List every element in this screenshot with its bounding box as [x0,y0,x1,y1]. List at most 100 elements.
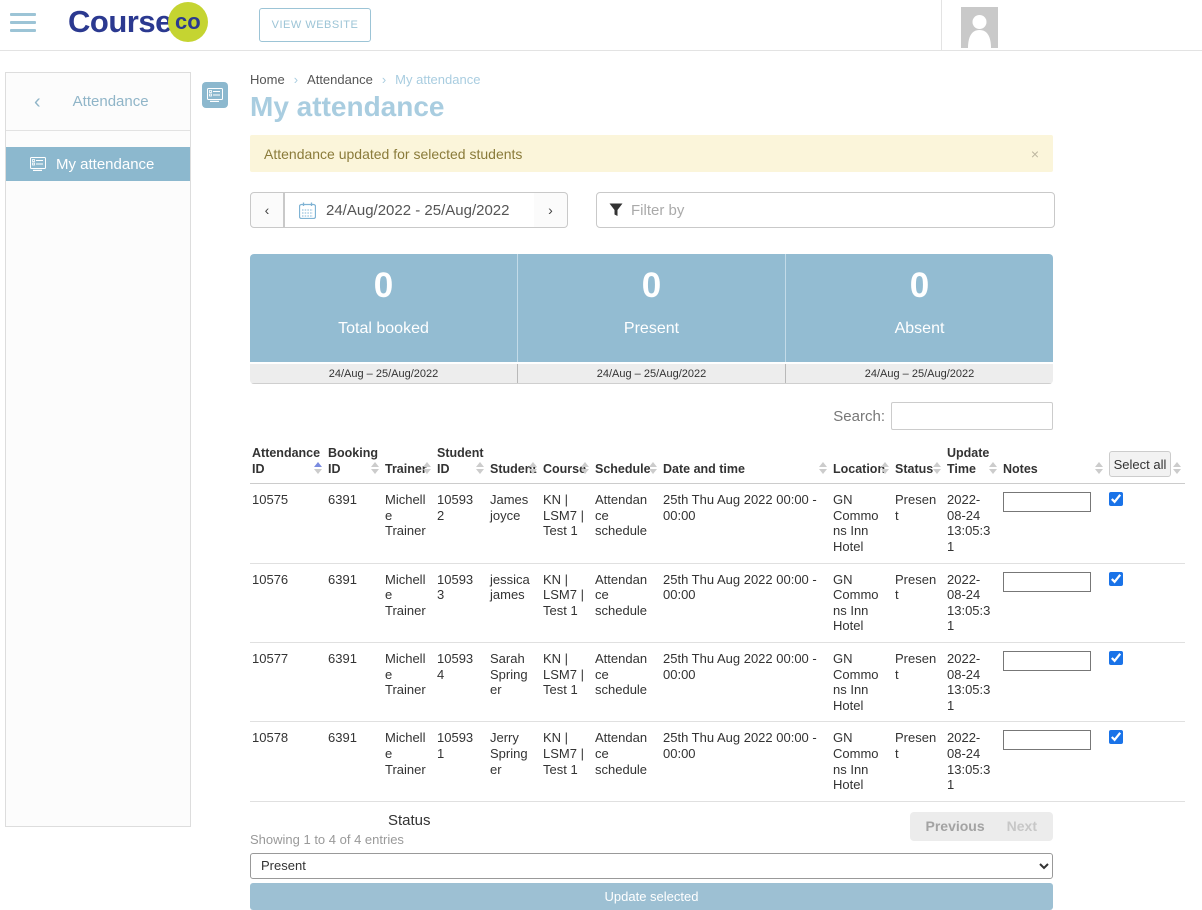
filter-input[interactable] [631,202,1054,219]
next-button[interactable]: Next [1007,818,1037,834]
attendance-table: Attendance ID Booking ID Trainer Student… [250,444,1185,802]
sort-asc-icon [423,462,431,467]
col-notes[interactable]: Notes [1001,444,1107,484]
showing-entries-text: Showing 1 to 4 of 4 entries [250,832,431,847]
sort-desc-icon [371,469,379,474]
cell-trainer: Michelle Trainer [383,643,435,722]
success-alert: Attendance updated for selected students… [250,135,1053,172]
breadcrumb-current: My attendance [395,72,480,87]
col-student-id[interactable]: Student ID [435,444,488,484]
cell-trainer: Michelle Trainer [383,484,435,563]
cell-student: Sarah Springer [488,643,541,722]
breadcrumb-separator-icon: › [294,72,298,87]
sort-desc-icon [314,469,322,474]
sort-icons [989,462,997,474]
notes-input[interactable] [1003,492,1091,512]
sidebar-section-label: Attendance [73,93,149,110]
notes-input[interactable] [1003,651,1091,671]
update-selected-button[interactable]: Update selected [250,883,1053,910]
cell-course: KN | LSM7 | Test 1 [541,643,593,722]
notes-input[interactable] [1003,572,1091,592]
cell-datetime: 25th Thu Aug 2022 00:00 - 00:00 [661,484,831,563]
stat-present: 0 Present [517,254,785,362]
sort-asc-icon [529,462,537,467]
search-input[interactable] [891,402,1053,430]
col-update-time[interactable]: Update Time [945,444,1001,484]
close-icon[interactable]: × [1031,146,1039,162]
cell-update-time: 2022-08-24 13:05:31 [945,484,1001,563]
cell-datetime: 25th Thu Aug 2022 00:00 - 00:00 [661,722,831,801]
cell-course: KN | LSM7 | Test 1 [541,484,593,563]
sort-asc-icon [314,462,322,467]
sidebar: ‹ Attendance My attendance [5,72,191,827]
stats-date-strip: 24/Aug – 25/Aug/2022 24/Aug – 25/Aug/202… [250,362,1053,384]
col-schedule[interactable]: Schedule [593,444,661,484]
col-attendance-id[interactable]: Attendance ID [250,444,326,484]
stat-range: 24/Aug – 25/Aug/2022 [518,364,786,383]
table-row: 10576 6391 Michelle Trainer 105933 jessi… [250,563,1185,642]
col-booking-id[interactable]: Booking ID [326,444,383,484]
sort-desc-icon [581,469,589,474]
date-prev-button[interactable]: ‹ [250,192,284,228]
sort-asc-icon [819,462,827,467]
col-student[interactable]: Student [488,444,541,484]
select-all-button[interactable]: Select all [1109,451,1171,477]
table-row: 10578 6391 Michelle Trainer 105931 Jerry… [250,722,1185,801]
sort-asc-icon [1173,462,1181,467]
notes-input[interactable] [1003,730,1091,750]
cell-status: Present [893,643,945,722]
stat-label: Total booked [250,320,517,338]
cell-update-time: 2022-08-24 13:05:31 [945,563,1001,642]
stat-value: 0 [250,266,517,306]
sort-icons [581,462,589,474]
col-date-time[interactable]: Date and time [661,444,831,484]
row-checkbox[interactable] [1109,730,1123,744]
breadcrumb-attendance[interactable]: Attendance [307,72,373,87]
sort-icons [529,462,537,474]
col-status[interactable]: Status [893,444,945,484]
cell-datetime: 25th Thu Aug 2022 00:00 - 00:00 [661,563,831,642]
col-location[interactable]: Location [831,444,893,484]
cell-course: KN | LSM7 | Test 1 [541,563,593,642]
person-icon [961,7,998,48]
stat-absent: 0 Absent [785,254,1053,362]
cell-course: KN | LSM7 | Test 1 [541,722,593,801]
breadcrumb: Home › Attendance › My attendance [250,72,1190,87]
row-checkbox[interactable] [1109,492,1123,506]
cell-attendance-id: 10578 [250,722,326,801]
stat-label: Absent [786,320,1053,338]
previous-button[interactable]: Previous [926,818,985,834]
filter-box [596,192,1055,228]
row-checkbox[interactable] [1109,572,1123,586]
cell-booking-id: 6391 [326,484,383,563]
logo[interactable]: Course co [68,2,208,42]
cell-update-time: 2022-08-24 13:05:31 [945,722,1001,801]
attendance-list-icon [207,88,223,102]
avatar[interactable] [961,7,998,48]
cell-student-id: 105934 [435,643,488,722]
row-checkbox[interactable] [1109,651,1123,665]
cell-student-id: 105931 [435,722,488,801]
cell-booking-id: 6391 [326,563,383,642]
cell-location: GN Commons Inn Hotel [831,563,893,642]
stat-label: Present [518,320,785,338]
sort-asc-icon [476,462,484,467]
date-next-button[interactable]: › [534,192,568,228]
col-course[interactable]: Course [541,444,593,484]
sidebar-back[interactable]: ‹ Attendance [6,73,190,131]
stat-value: 0 [786,266,1053,306]
breadcrumb-home[interactable]: Home [250,72,285,87]
sort-desc-icon [529,469,537,474]
status-select[interactable]: Present [250,853,1053,879]
view-website-button[interactable]: VIEW WEBSITE [259,8,371,42]
pagination: Previous Next [910,812,1054,841]
col-trainer[interactable]: Trainer [383,444,435,484]
sort-icons [933,462,941,474]
table-row: 10577 6391 Michelle Trainer 105934 Sarah… [250,643,1185,722]
breadcrumb-separator-icon: › [382,72,386,87]
sidebar-item-my-attendance[interactable]: My attendance [6,147,190,181]
date-range-field[interactable]: 24/Aug/2022 - 25/Aug/2022 [284,192,534,228]
sidebar-toggle-button[interactable] [202,82,228,108]
menu-icon[interactable] [10,13,36,38]
top-bar: Course co VIEW WEBSITE [0,0,1202,51]
